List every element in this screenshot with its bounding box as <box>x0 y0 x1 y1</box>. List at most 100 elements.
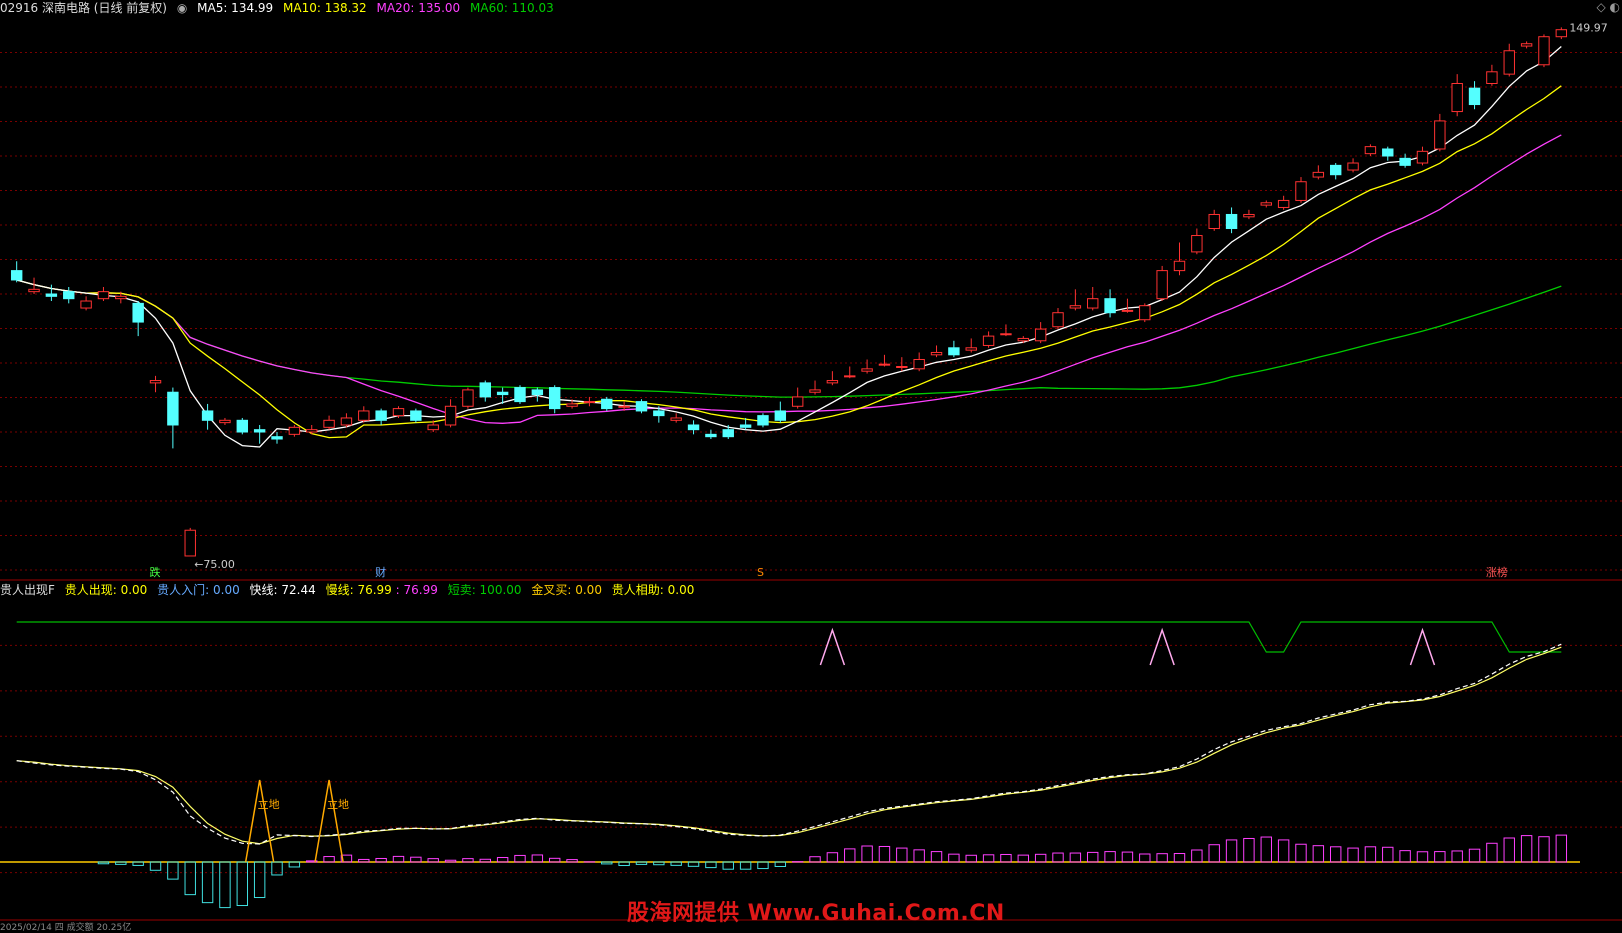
candle-down <box>64 292 74 299</box>
histogram-bar-positive <box>845 849 855 862</box>
candle-up <box>1088 299 1098 308</box>
candle-up <box>897 367 907 368</box>
histogram-bar-positive <box>1035 854 1045 862</box>
candle-up <box>1053 313 1063 327</box>
histogram-bar-positive <box>897 848 907 862</box>
candle-down <box>168 392 178 425</box>
candle-up <box>584 402 594 403</box>
high-price-label: 149.97 <box>1569 21 1608 34</box>
histogram-bar-negative <box>202 862 212 903</box>
histogram-bar-positive <box>1001 854 1011 862</box>
candle-down <box>133 303 143 322</box>
histogram-bar-negative <box>98 862 108 864</box>
signal-label: 立地 <box>258 797 280 811</box>
candle-down <box>480 383 490 397</box>
histogram-bar-positive <box>810 857 820 862</box>
candle-up <box>966 348 976 350</box>
candle-up <box>1140 306 1150 320</box>
candle-up <box>983 336 993 345</box>
histogram-bar-positive <box>1192 850 1202 862</box>
histogram-bar-negative <box>185 862 195 895</box>
histogram-bar-negative <box>758 862 768 869</box>
histogram-bar-positive <box>1400 851 1410 862</box>
candle-down <box>636 402 646 411</box>
candle-down <box>723 430 733 437</box>
candle-up <box>307 430 317 432</box>
candle-up <box>1348 163 1358 170</box>
candle-up <box>1261 203 1271 205</box>
candle-down <box>411 411 421 420</box>
histogram-bar-positive <box>1140 854 1150 862</box>
histogram-bar-positive <box>1070 853 1080 862</box>
histogram-bar-negative <box>654 862 664 865</box>
low-price-label: ←75.00 <box>194 558 235 571</box>
candle-up <box>1556 30 1566 37</box>
histogram-bar-positive <box>827 853 837 862</box>
ma20-line <box>17 135 1562 423</box>
status-strip: 2025/02/14 四 成交额 20.25亿 <box>0 920 131 933</box>
candle-down <box>202 411 212 420</box>
candle-up <box>359 411 369 420</box>
candle-up <box>29 289 39 291</box>
histogram-bar-positive <box>1053 853 1063 862</box>
candle-down <box>237 420 247 432</box>
histogram-bar-negative <box>116 862 126 864</box>
histogram-bar-positive <box>914 850 924 862</box>
kline-chart[interactable]: 149.97←75.00跌财S涨榜立地立地 <box>0 0 1622 928</box>
candle-up <box>1035 329 1045 341</box>
histogram-bar-positive <box>1209 845 1219 862</box>
histogram-bar-positive <box>567 860 577 862</box>
candle-up <box>289 427 299 434</box>
candle-up <box>1278 200 1288 207</box>
ma60-line <box>17 280 1562 397</box>
event-label: 涨榜 <box>1486 565 1508 579</box>
candle-up <box>1209 214 1219 228</box>
candle-up <box>671 418 681 420</box>
candle-down <box>497 392 507 394</box>
histogram-bar-positive <box>1469 849 1479 862</box>
histogram-bar-positive <box>1105 852 1115 862</box>
histogram-bar-negative <box>150 862 160 870</box>
candle-up <box>81 301 91 308</box>
candle-up <box>463 390 473 406</box>
candle-up <box>1296 182 1306 201</box>
histogram-bar-positive <box>1556 835 1566 862</box>
candle-up <box>116 296 126 298</box>
candle-up <box>792 397 802 406</box>
candle-down <box>758 416 768 425</box>
candle-up <box>879 364 889 365</box>
histogram-bar-positive <box>1435 852 1445 862</box>
candle-down <box>1330 165 1340 174</box>
event-label: 跌 <box>150 565 161 579</box>
histogram-bar-positive <box>324 857 334 862</box>
histogram-bar-positive <box>359 859 369 862</box>
candle-up <box>1452 83 1462 111</box>
histogram-bar-positive <box>1261 837 1271 862</box>
candle-up <box>862 369 872 371</box>
candle-down <box>654 411 664 416</box>
histogram-bar-negative <box>740 862 750 869</box>
candle-up <box>1504 51 1514 74</box>
histogram-bar-positive <box>532 855 542 862</box>
histogram-bar-positive <box>1417 852 1427 862</box>
histogram-bar-negative <box>723 862 733 869</box>
candle-up <box>827 381 837 383</box>
candle-down <box>376 411 386 420</box>
event-label: 财 <box>375 565 386 579</box>
candle-down <box>1469 88 1479 104</box>
histogram-bar-positive <box>983 855 993 862</box>
candle-down <box>775 411 785 420</box>
histogram-bar-positive <box>1313 846 1323 862</box>
candle-up <box>445 406 455 425</box>
candle-down <box>740 425 750 427</box>
candle-up <box>393 409 403 416</box>
candle-up <box>931 352 941 354</box>
candle-up <box>1313 172 1323 177</box>
candle-up <box>185 530 195 556</box>
candle-up <box>1244 214 1254 216</box>
histogram-bar-negative <box>602 862 612 864</box>
candle-down <box>549 388 559 409</box>
candle-up <box>619 406 629 407</box>
pink-signal-spike <box>1410 630 1434 665</box>
candle-up <box>1365 147 1375 154</box>
